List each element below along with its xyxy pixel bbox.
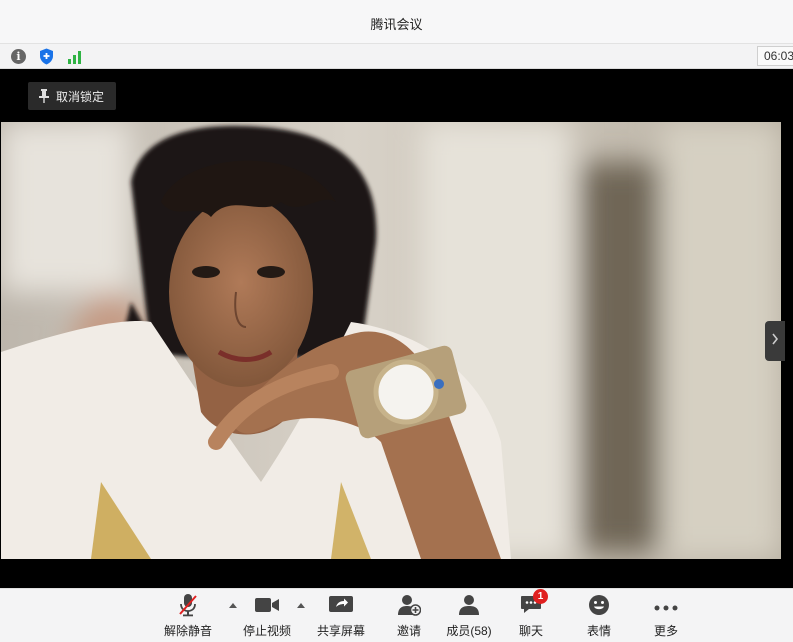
chat-button[interactable]: 1 聊天 xyxy=(499,589,563,639)
title-bar: 腾讯会议 xyxy=(0,0,793,44)
members-button[interactable]: 成员(58) xyxy=(437,594,501,639)
reactions-button[interactable]: 表情 xyxy=(567,594,631,639)
more-button[interactable]: 更多 xyxy=(634,595,698,639)
video-camera-icon xyxy=(254,596,280,619)
unlock-video-button[interactable]: 取消锁定 xyxy=(28,82,117,110)
chat-label: 聊天 xyxy=(518,624,543,638)
meeting-timer: 06:03 xyxy=(757,46,793,66)
share-screen-icon xyxy=(328,595,354,620)
pin-icon xyxy=(38,89,50,103)
unlock-video-label: 取消锁定 xyxy=(56,89,105,104)
unmute-button[interactable]: 解除静音 xyxy=(156,593,220,639)
info-icon[interactable]: i xyxy=(10,48,27,65)
chevron-right-icon xyxy=(771,332,779,350)
side-panel-toggle[interactable] xyxy=(765,321,785,361)
share-screen-button[interactable]: 共享屏幕 xyxy=(309,595,373,639)
unmute-label: 解除静音 xyxy=(163,624,212,638)
add-user-icon xyxy=(397,594,422,621)
microphone-muted-icon xyxy=(177,593,199,622)
reactions-label: 表情 xyxy=(586,624,611,638)
more-label: 更多 xyxy=(653,624,678,638)
share-screen-label: 共享屏幕 xyxy=(316,624,365,638)
signal-icon[interactable] xyxy=(66,48,83,65)
members-label: 成员(58) xyxy=(446,624,492,638)
more-dots-icon xyxy=(654,598,678,616)
video-options-caret[interactable] xyxy=(297,603,305,608)
emoji-icon xyxy=(588,594,610,621)
meeting-info-bar: i 06:03 xyxy=(0,44,793,69)
stop-video-button[interactable]: 停止视频 xyxy=(235,595,299,639)
shield-icon[interactable] xyxy=(38,48,55,65)
window-title: 腾讯会议 xyxy=(370,17,423,32)
invite-label: 邀请 xyxy=(396,624,421,638)
invite-button[interactable]: 邀请 xyxy=(377,594,441,639)
participant-video[interactable] xyxy=(1,122,781,559)
members-icon xyxy=(458,594,480,621)
meeting-toolbar: 解除静音 停止视频 共享屏幕 邀请 成员(58) 1 聊天 表情 更多 xyxy=(0,588,793,642)
stop-video-label: 停止视频 xyxy=(242,624,291,638)
video-area: 取消锁定 xyxy=(0,69,793,588)
chat-unread-badge: 1 xyxy=(533,589,548,604)
